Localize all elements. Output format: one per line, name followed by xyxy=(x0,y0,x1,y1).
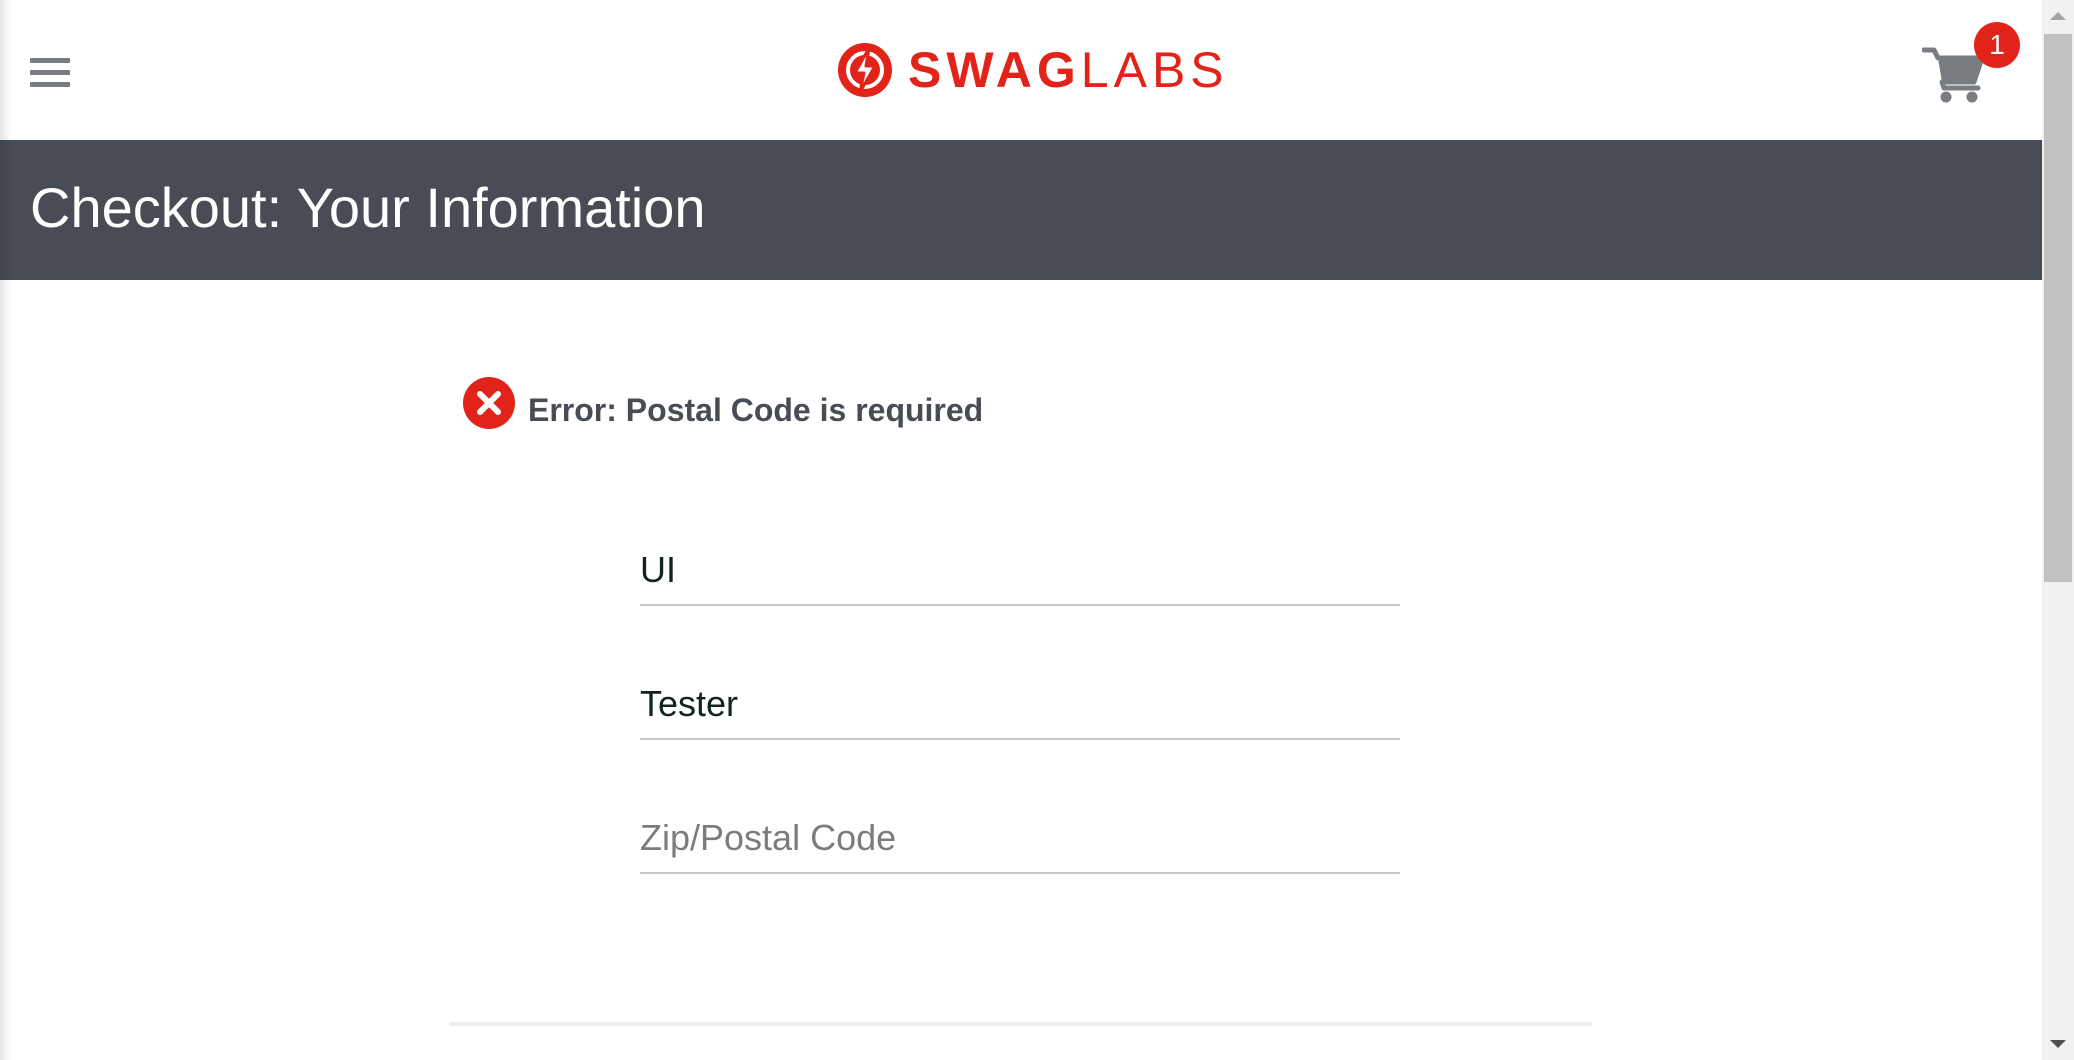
left-edge-shadow xyxy=(0,0,12,1060)
scroll-down-arrow-icon[interactable] xyxy=(2050,1040,2066,1048)
scroll-up-arrow-icon[interactable] xyxy=(2050,12,2066,20)
app-header: SWAGLABS 1 xyxy=(0,0,2042,140)
secondary-header: Checkout: Your Information xyxy=(0,140,2042,280)
page-title: Checkout: Your Information xyxy=(30,176,706,239)
hamburger-menu-icon[interactable] xyxy=(28,58,72,94)
postal-code-input[interactable] xyxy=(640,804,1400,874)
error-x-icon[interactable] xyxy=(462,376,516,430)
last-name-input[interactable] xyxy=(640,670,1400,740)
menu-bar xyxy=(30,58,70,63)
logo-brand-bold: SWAG xyxy=(908,42,1081,98)
error-message-container: Error: Postal Code is required xyxy=(462,376,983,430)
error-message: Error: Postal Code is required xyxy=(528,391,984,428)
swag-labs-logo: SWAGLABS xyxy=(836,40,1229,100)
logo-brand-light: LABS xyxy=(1080,42,1229,98)
menu-bar xyxy=(30,82,70,87)
first-name-input[interactable] xyxy=(640,536,1400,606)
logo-wordmark: SWAGLABS xyxy=(908,45,1229,95)
form-divider xyxy=(450,1022,1592,1026)
menu-bar xyxy=(30,70,70,75)
cart-badge[interactable]: 1 xyxy=(1974,22,2020,68)
swag-labs-bolt-logo-icon xyxy=(838,43,892,97)
vertical-scrollbar[interactable] xyxy=(2042,0,2074,1060)
scrollbar-thumb[interactable] xyxy=(2044,34,2072,582)
checkout-page: SWAGLABS 1 Checkout: Your Information Er… xyxy=(0,0,2042,1060)
